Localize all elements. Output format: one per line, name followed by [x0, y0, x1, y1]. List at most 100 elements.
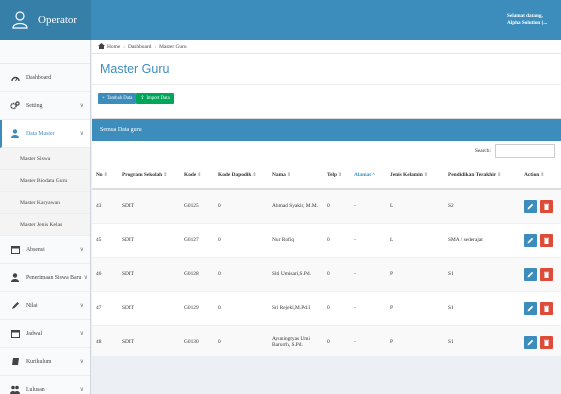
cell-telp: 0: [323, 325, 350, 356]
delete-button[interactable]: [540, 335, 553, 349]
calendar-icon: [10, 245, 20, 255]
sidebar-item-penerimaan-siswa-baru[interactable]: Penerimaan Siswa Baru ∨: [0, 264, 90, 292]
cell-telp: 0: [323, 189, 350, 224]
cell-pendidikan: S1: [444, 291, 520, 326]
cell-no: 48: [92, 325, 118, 356]
sidebar-item-label: Lulusan: [26, 386, 45, 393]
brand-logo[interactable]: Operator: [0, 0, 91, 40]
cell-alamat: -: [350, 189, 386, 224]
sidebar-item-kurikulum[interactable]: Kurikulum ∨: [0, 348, 90, 376]
cell-jenis-kelamin: L: [386, 189, 444, 224]
cell-jenis-kelamin: P: [386, 291, 444, 326]
cell-nama: Ahmad Syakir, M.M.: [268, 189, 323, 224]
book-icon: [10, 357, 20, 367]
breadcrumb-separator: ›: [123, 43, 125, 50]
col-header[interactable]: Jenis Kelamin⇕: [386, 161, 444, 190]
guru-table: No⇕ Program Sekolah⇕ Kode⇕ Kode Dapodik⇕…: [92, 161, 561, 356]
col-header[interactable]: Program Sekolah⇕: [118, 161, 180, 190]
cell-no: 46: [92, 257, 118, 292]
sidebar-item-setting[interactable]: Setting ∨: [0, 92, 90, 120]
edit-button[interactable]: [524, 199, 537, 213]
cell-program: SDIT: [118, 325, 180, 356]
user-menu[interactable]: Selamat datang, Alpha Solution (...: [507, 0, 561, 40]
cell-alamat: -: [350, 325, 386, 356]
delete-button[interactable]: [540, 199, 553, 213]
table-row: 45 SDIT G0127 0 Nur Rofiq 0 - L SMA / se…: [92, 223, 561, 258]
operator-user-icon: [12, 11, 28, 29]
cell-alamat: -: [350, 291, 386, 326]
col-header[interactable]: Telp⇕: [323, 161, 350, 190]
delete-button[interactable]: [540, 267, 553, 281]
cell-nama: Sri Rejeki,M.Pd.I: [268, 291, 323, 326]
sidebar-item-label: Penerimaan Siswa Baru: [26, 274, 82, 281]
delete-button[interactable]: [540, 301, 553, 315]
cell-dapodik: 0: [214, 291, 268, 326]
breadcrumb-home[interactable]: Home: [107, 44, 120, 50]
cell-telp: 0: [323, 291, 350, 326]
app-title: Operator: [38, 14, 78, 26]
col-header[interactable]: Pendidikan Terakhir⇕: [444, 161, 520, 190]
cell-action: [520, 223, 561, 258]
box-title: Semua Data guru: [92, 119, 561, 141]
sidebar-item-data-master[interactable]: Data Master ∨: [0, 120, 90, 148]
table-wrapper: No⇕ Program Sekolah⇕ Kode⇕ Kode Dapodik⇕…: [92, 161, 561, 356]
cell-jenis-kelamin: P: [386, 325, 444, 356]
data-box: Semua Data guru Search: No⇕ Program Seko…: [92, 118, 561, 356]
sidebar-item-label: Absensi: [26, 246, 45, 253]
edit-button[interactable]: [524, 233, 537, 247]
cell-dapodik: 0: [214, 257, 268, 292]
cell-kode: G0128: [180, 257, 214, 292]
sidebar-item-label: Nilai: [26, 302, 38, 309]
breadcrumb: Home › Dashboard › Master Guru: [92, 40, 561, 54]
cell-program: SDIT: [118, 257, 180, 292]
sidebar-item-absensi[interactable]: Absensi ∨: [0, 236, 90, 264]
sidebar-header: [0, 40, 90, 64]
sidebar-item-nilai[interactable]: Nilai ∨: [0, 292, 90, 320]
edit-button[interactable]: [524, 335, 537, 349]
cell-jenis-kelamin: L: [386, 223, 444, 258]
sidebar-item-label: Setting: [26, 102, 43, 109]
edit-button[interactable]: [524, 267, 537, 281]
cell-pendidikan: S1: [444, 325, 520, 356]
cell-no: 47: [92, 291, 118, 326]
submenu-master-siswa[interactable]: Master Siswa: [0, 148, 90, 170]
search-row: Search:: [92, 141, 561, 161]
cell-kode: G0129: [180, 291, 214, 326]
sidebar: Dashboard Setting ∨ Data Master ∨ Master…: [0, 40, 91, 394]
edit-button[interactable]: [524, 301, 537, 315]
breadcrumb-dashboard[interactable]: Dashboard: [128, 44, 151, 50]
col-header[interactable]: Kode Dapodik⇕: [214, 161, 268, 190]
search-input[interactable]: [495, 144, 555, 158]
col-header[interactable]: Kode⇕: [180, 161, 214, 190]
cell-program: SDIT: [118, 223, 180, 258]
chevron-down-icon: ∨: [79, 359, 84, 365]
delete-button[interactable]: [540, 233, 553, 247]
import-data-label: Import Data: [146, 96, 170, 101]
main-content: Home › Dashboard › Master Guru Master Gu…: [92, 40, 561, 394]
table-row: 46 SDIT G0128 0 Siti Umisari,S.Pd. 0 - P…: [92, 257, 561, 292]
home-icon: [98, 42, 105, 51]
sidebar-item-lulusan[interactable]: Lulusan ∨: [0, 376, 90, 394]
col-header-sorted[interactable]: Alamat^: [350, 161, 386, 190]
col-header[interactable]: No⇕: [92, 161, 118, 190]
col-header[interactable]: Nama⇕: [268, 161, 323, 190]
cell-program: SDIT: [118, 291, 180, 326]
submenu-master-karyawan[interactable]: Master Karyawan: [0, 192, 90, 214]
pencil-icon: [10, 301, 20, 311]
sidebar-item-jadwal[interactable]: Jadwal ∨: [0, 320, 90, 348]
user-icon: [10, 273, 20, 283]
table-row: 48 SDIT G0130 0 Ayuningtyas Umi Barorrh,…: [92, 325, 561, 356]
page-title: Master Guru: [92, 54, 561, 84]
sidebar-item-label: Dashboard: [26, 74, 52, 81]
sidebar-item-dashboard[interactable]: Dashboard: [0, 64, 90, 92]
sidebar-item-label: Data Master: [26, 130, 55, 137]
search-label: Search:: [474, 148, 491, 154]
import-data-button[interactable]: ⇪ Import Data: [136, 93, 174, 104]
cell-kode: G0127: [180, 223, 214, 258]
submenu-master-jenis-kelas[interactable]: Master Jenis Kelas: [0, 214, 90, 236]
cell-pendidikan: S2: [444, 189, 520, 224]
cell-alamat: -: [350, 257, 386, 292]
col-header[interactable]: Action⇕: [520, 161, 561, 190]
submenu-master-biodata-guru[interactable]: Master Biodata Guru: [0, 170, 90, 192]
add-data-button[interactable]: + Tambah Data: [98, 93, 137, 104]
